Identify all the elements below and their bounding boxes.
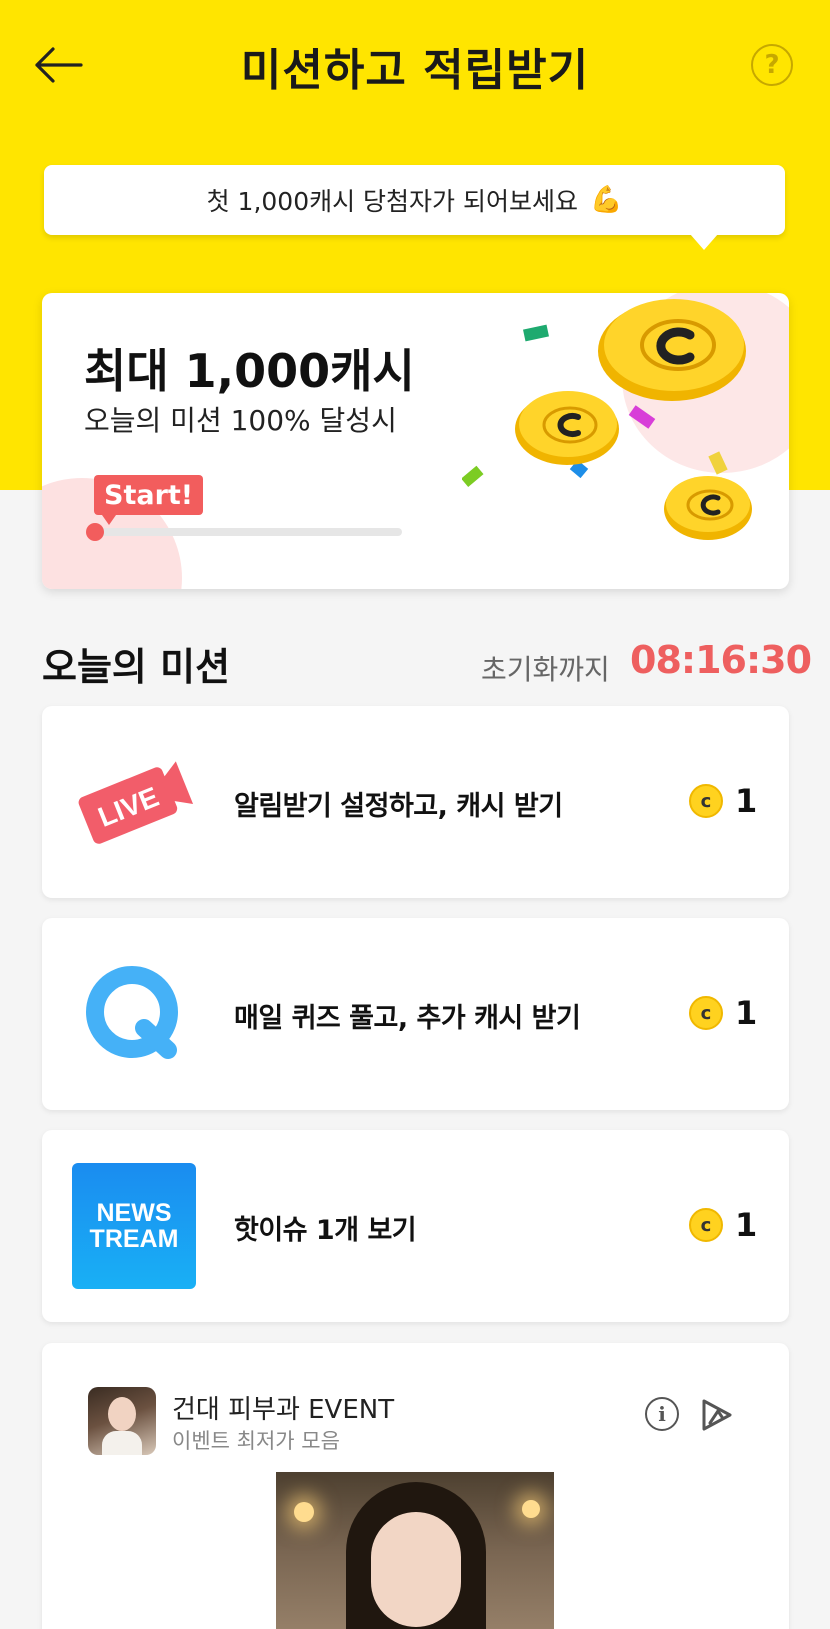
start-badge: Start! bbox=[94, 475, 204, 525]
bubble-tail bbox=[690, 234, 718, 250]
news-logo-text-2: TREAM bbox=[89, 1225, 179, 1253]
reward: c 1 bbox=[689, 994, 757, 1032]
reward: c 1 bbox=[689, 782, 757, 820]
promo-text: 첫 1,000캐시 당첨자가 되어보세요 bbox=[206, 187, 579, 216]
reset-label: 초기화까지 bbox=[481, 653, 610, 686]
reward-amount: 1 bbox=[735, 994, 758, 1032]
news-logo-text-1: NEWS bbox=[96, 1199, 172, 1227]
ad-title: 건대 피부과 EVENT bbox=[172, 1395, 395, 1425]
live-icon: LIVE bbox=[72, 740, 196, 864]
reward-amount: 1 bbox=[735, 782, 758, 820]
coin-icon: c bbox=[689, 996, 723, 1030]
reward-amount: 1 bbox=[735, 1206, 758, 1244]
advertiser-avatar bbox=[88, 1387, 156, 1455]
flexed-biceps-icon: 💪 bbox=[590, 185, 623, 215]
mission-label: 알림받기 설정하고, 캐시 받기 bbox=[234, 791, 563, 822]
mission-label: 핫이슈 1개 보기 bbox=[234, 1215, 417, 1246]
help-button[interactable]: ? bbox=[751, 44, 793, 86]
newstream-logo: NEWS TREAM bbox=[72, 1163, 196, 1289]
promo-banner: 첫 1,000캐시 당첨자가 되어보세요 💪 bbox=[44, 165, 785, 235]
mission-card-quiz[interactable]: 매일 퀴즈 풀고, 추가 캐시 받기 c 1 bbox=[42, 918, 789, 1110]
hero-title: 최대 1,000캐시 bbox=[84, 344, 415, 398]
hero-subtitle: 오늘의 미션 100% 달성시 bbox=[84, 404, 397, 437]
ad-card[interactable]: 건대 피부과 EVENT 이벤트 최저가 모음 i bbox=[42, 1343, 789, 1629]
coin-icon: c bbox=[689, 1208, 723, 1242]
header: 미션하고 적립받기 ? bbox=[0, 0, 830, 130]
mission-label: 매일 퀴즈 풀고, 추가 캐시 받기 bbox=[234, 1003, 581, 1034]
section-title: 오늘의 미션 bbox=[42, 645, 231, 689]
reward: c 1 bbox=[689, 1206, 757, 1244]
progress-dot bbox=[86, 523, 104, 541]
quiz-q-icon bbox=[72, 952, 196, 1076]
play-triangle-icon bbox=[702, 1399, 732, 1431]
ad-choices-button[interactable] bbox=[696, 1395, 736, 1435]
coin-icon: c bbox=[689, 784, 723, 818]
progress-bar bbox=[94, 528, 402, 536]
ad-subtitle: 이벤트 최저가 모음 bbox=[172, 1429, 340, 1453]
ad-image[interactable] bbox=[276, 1472, 554, 1629]
mission-card-live[interactable]: LIVE 알림받기 설정하고, 캐시 받기 c 1 bbox=[42, 706, 789, 898]
coins-illustration bbox=[462, 299, 752, 540]
ad-info-button[interactable]: i bbox=[645, 1397, 679, 1431]
mission-card-news[interactable]: NEWS TREAM 핫이슈 1개 보기 c 1 bbox=[42, 1130, 789, 1322]
page-title: 미션하고 적립받기 bbox=[240, 45, 590, 96]
hero-card: 최대 1,000캐시 오늘의 미션 100% 달성시 Start! bbox=[42, 293, 789, 589]
info-icon: i bbox=[658, 1402, 666, 1426]
reset-countdown: 08:16:30 bbox=[630, 638, 812, 682]
question-icon: ? bbox=[764, 50, 780, 80]
